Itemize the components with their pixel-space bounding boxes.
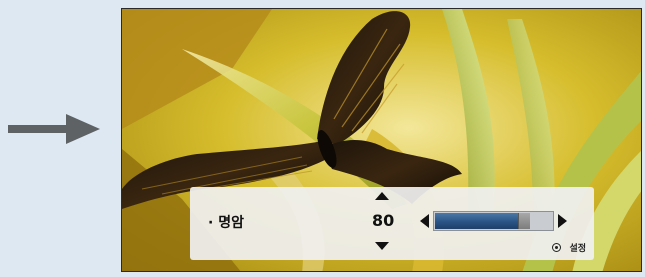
brightness-osd-panel: · 명암 80 설정 xyxy=(190,187,594,260)
indicator-arrow-icon xyxy=(8,114,100,144)
triangle-down-icon[interactable] xyxy=(375,242,389,250)
tv-screen: · 명암 80 설정 xyxy=(121,8,642,272)
enter-circle-icon xyxy=(552,243,562,252)
triangle-right-icon[interactable] xyxy=(558,214,567,228)
slider-fill xyxy=(435,213,526,229)
setting-value: 80 xyxy=(372,211,395,230)
enter-hint: 설정 xyxy=(552,241,586,254)
triangle-left-icon[interactable] xyxy=(420,214,429,228)
slider-thumb[interactable] xyxy=(518,213,530,229)
enter-hint-label: 설정 xyxy=(569,244,586,254)
setting-label: · 명암 xyxy=(208,215,244,231)
triangle-up-icon[interactable] xyxy=(375,192,389,200)
brightness-slider[interactable] xyxy=(433,211,554,231)
